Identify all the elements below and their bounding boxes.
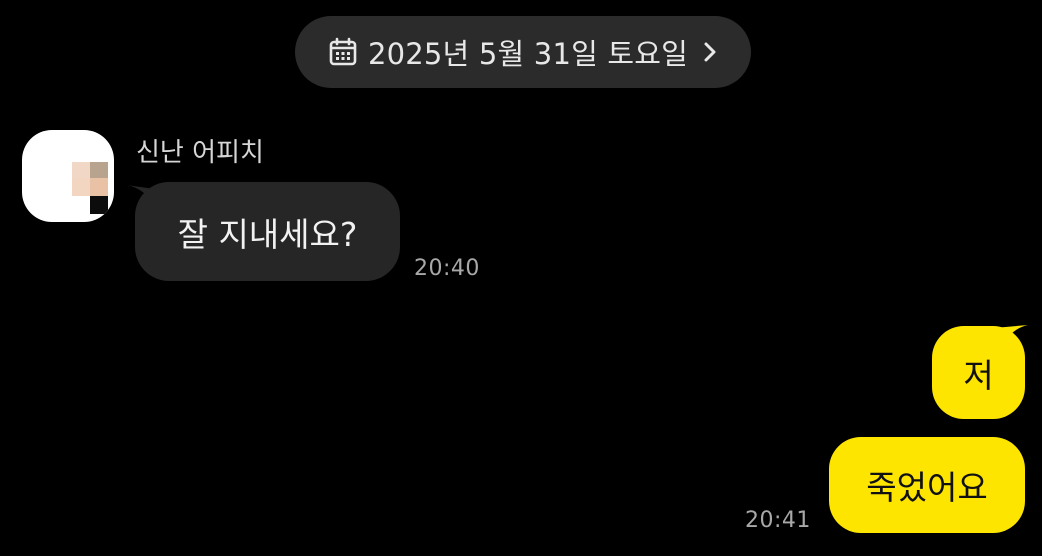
date-divider[interactable]: 2025년 5월 31일 토요일	[295, 16, 751, 88]
incoming-message-bubble[interactable]: 잘 지내세요?	[135, 182, 400, 281]
outgoing-message-bubble[interactable]: 죽었어요	[829, 437, 1025, 533]
message-text: 저	[963, 355, 994, 395]
chevron-right-icon	[704, 42, 716, 62]
message-text: 잘 지내세요?	[177, 214, 358, 254]
sender-name: 신난 어피치	[136, 138, 264, 168]
avatar[interactable]	[22, 130, 114, 222]
message-time: 20:41	[745, 508, 811, 533]
outgoing-message-bubble[interactable]: 저	[932, 326, 1025, 419]
message-text: 죽었어요	[866, 468, 988, 507]
date-label: 2025년 5월 31일 토요일	[367, 37, 689, 71]
calendar-icon	[329, 37, 357, 66]
message-time: 20:40	[414, 256, 480, 281]
